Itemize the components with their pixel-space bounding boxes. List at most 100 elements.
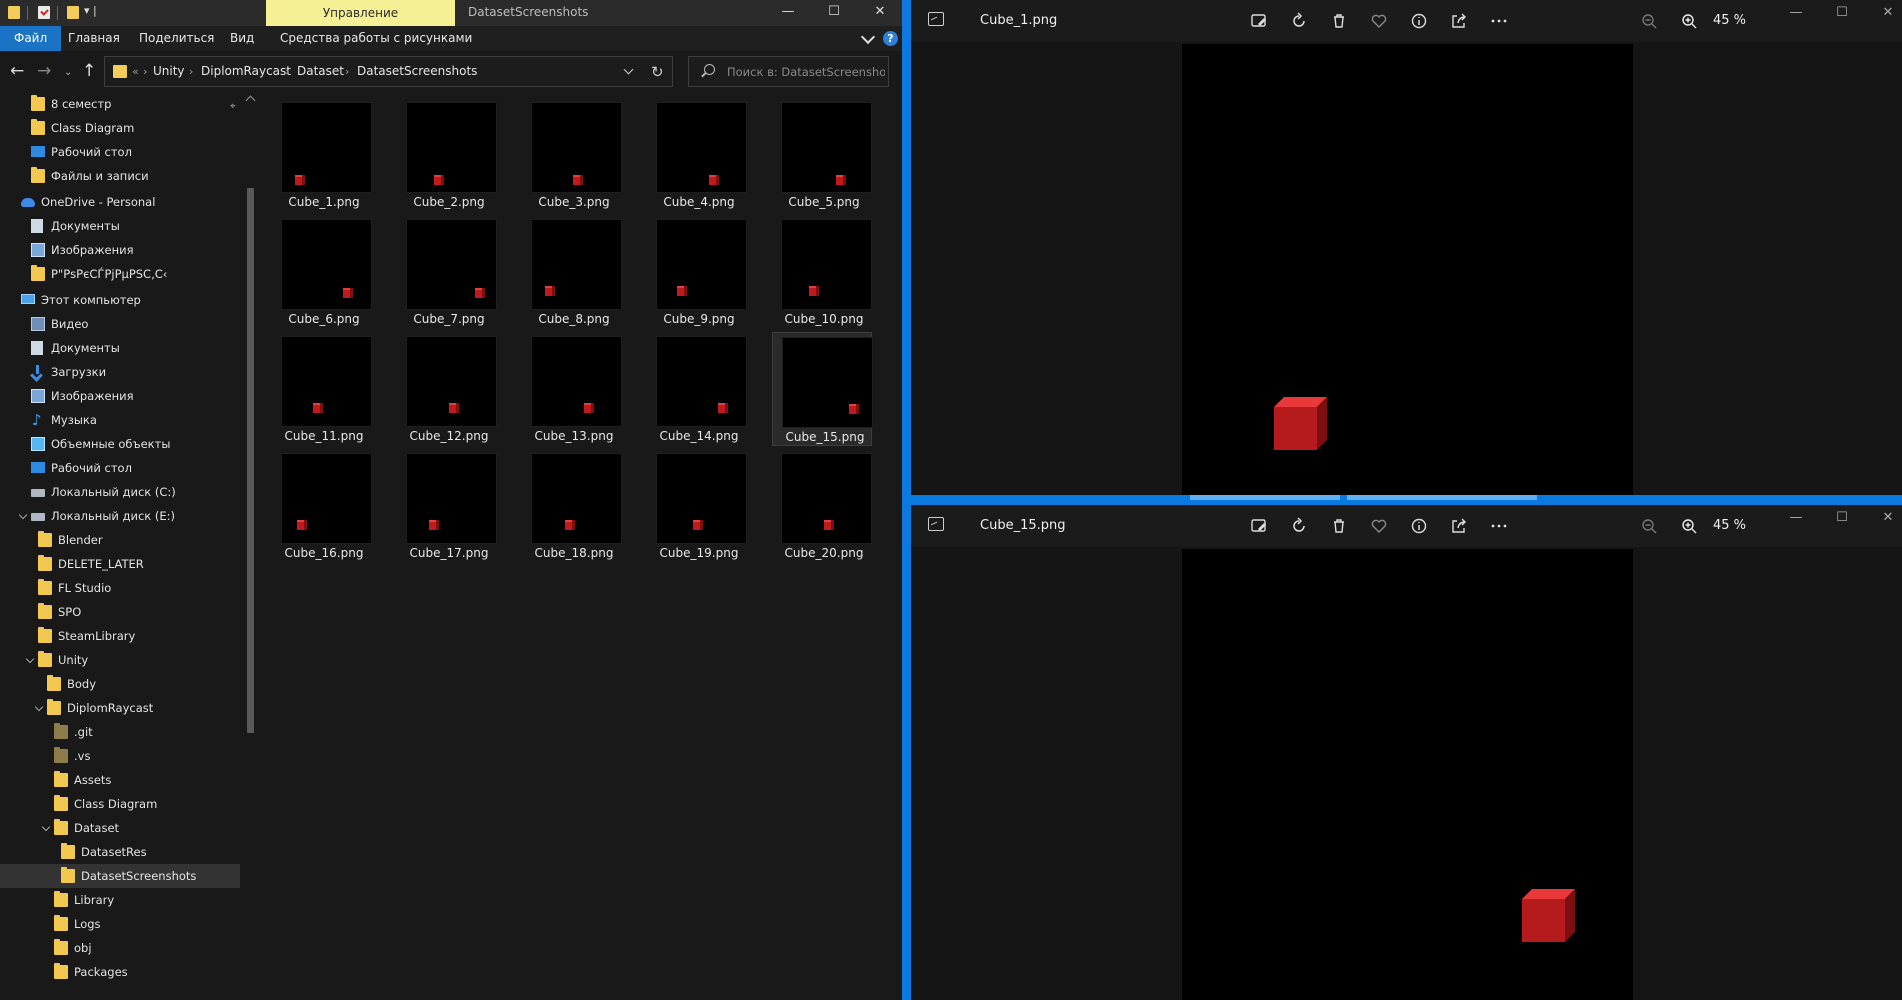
edit-image-icon[interactable] (1249, 11, 1269, 31)
file-tile[interactable]: Cube_20.png (772, 449, 872, 563)
more-icon[interactable] (1489, 516, 1509, 536)
back-button[interactable]: ← (10, 61, 24, 81)
tree-item[interactable]: Объемные объекты (0, 432, 240, 456)
file-tile[interactable]: Cube_8.png (522, 215, 622, 329)
info-icon[interactable] (1409, 11, 1429, 31)
close-button[interactable]: ✕ (1873, 505, 1902, 535)
zoom-level[interactable]: 45 % (1713, 505, 1746, 547)
favorite-icon[interactable] (1369, 11, 1389, 31)
breadcrumb-diplomraycast[interactable]: DiplomRaycast (201, 57, 291, 86)
minimize-button[interactable]: — (1781, 0, 1811, 30)
tree-item[interactable]: Изображения (0, 238, 240, 262)
window-divider[interactable] (911, 495, 1902, 505)
file-tile[interactable]: Cube_9.png (647, 215, 747, 329)
tree-item[interactable]: Assets (0, 768, 240, 792)
file-tile[interactable]: Cube_5.png (772, 98, 872, 212)
zoom-in-icon[interactable] (1679, 516, 1699, 536)
chevron-down-icon[interactable] (25, 654, 35, 664)
tree-item[interactable]: Документы (0, 336, 240, 360)
file-tile[interactable]: Cube_13.png (522, 332, 622, 446)
photo-canvas[interactable] (1182, 549, 1633, 1000)
maximize-button[interactable]: ☐ (811, 0, 857, 26)
file-tile[interactable]: Cube_11.png (272, 332, 372, 446)
tree-item[interactable]: Р"РѕРєСЃРјРµРЅС‚С‹ (0, 262, 240, 286)
file-tile[interactable]: Cube_12.png (397, 332, 497, 446)
file-tile[interactable]: Cube_15.png (772, 332, 873, 446)
file-tile[interactable]: Cube_1.png (272, 98, 372, 212)
breadcrumb-separator[interactable]: › (189, 57, 193, 86)
share-icon[interactable] (1449, 11, 1469, 31)
file-tile[interactable]: Cube_14.png (647, 332, 747, 446)
breadcrumb-datasetscreenshots[interactable]: DatasetScreenshots (357, 57, 477, 86)
close-button[interactable]: ✕ (857, 0, 902, 26)
tree-item[interactable]: Файлы и записи (0, 164, 240, 188)
minimize-button[interactable]: — (765, 0, 811, 26)
tree-item[interactable]: Видео (0, 312, 240, 336)
chevron-down-icon[interactable] (34, 702, 44, 712)
file-tile[interactable]: Cube_19.png (647, 449, 747, 563)
tree-item[interactable]: FL Studio (0, 576, 240, 600)
contextual-tab-manage[interactable]: Управление (266, 0, 455, 26)
tree-item[interactable]: SPO (0, 600, 240, 624)
zoom-out-icon[interactable] (1639, 516, 1659, 536)
tree-item[interactable]: Packages (0, 960, 240, 984)
new-folder-icon[interactable] (67, 6, 79, 19)
tree-item[interactable]: DiplomRaycast (0, 696, 240, 720)
address-bar[interactable]: « › Unity › DiplomRaycast › Dataset › Da… (104, 56, 673, 87)
share-icon[interactable] (1449, 516, 1469, 536)
search-input[interactable] (727, 61, 885, 82)
tree-item[interactable]: DELETE_LATER (0, 552, 240, 576)
tree-item[interactable]: OneDrive - Personal (0, 190, 240, 214)
breadcrumb-unity[interactable]: Unity (153, 57, 185, 86)
breadcrumb-separator[interactable]: › (143, 57, 147, 86)
zoom-in-icon[interactable] (1679, 11, 1699, 31)
zoom-out-icon[interactable] (1639, 11, 1659, 31)
tree-item[interactable]: Logs (0, 912, 240, 936)
window-divider[interactable] (902, 0, 911, 1000)
tree-item[interactable]: Рабочий стол (0, 456, 240, 480)
up-button[interactable]: ↑ (82, 61, 96, 81)
file-tile[interactable]: Cube_2.png (397, 98, 497, 212)
tree-item[interactable]: Музыка (0, 408, 240, 432)
delete-icon[interactable] (1329, 11, 1349, 31)
close-button[interactable]: ✕ (1873, 0, 1902, 30)
rotate-icon[interactable] (1289, 516, 1309, 536)
help-icon[interactable]: ? (883, 31, 898, 46)
more-icon[interactable] (1489, 11, 1509, 31)
tree-item[interactable]: Library (0, 888, 240, 912)
breadcrumb-dataset[interactable]: Dataset (297, 57, 344, 86)
tab-view[interactable]: Вид (222, 26, 262, 51)
rotate-icon[interactable] (1289, 11, 1309, 31)
properties-icon[interactable] (38, 6, 50, 19)
favorite-icon[interactable] (1369, 516, 1389, 536)
tree-item[interactable]: Class Diagram (0, 116, 240, 140)
tree-item[interactable]: .vs (0, 744, 240, 768)
file-tile[interactable]: Cube_10.png (772, 215, 872, 329)
tree-item[interactable]: Изображения (0, 384, 240, 408)
tree-item[interactable]: Документы (0, 214, 240, 238)
quick-access-dropdown[interactable]: ▾ | (84, 4, 97, 17)
recent-locations-button[interactable]: ⌄ (64, 63, 72, 83)
tree-item[interactable]: DatasetRes (0, 840, 240, 864)
tree-item[interactable]: Blender (0, 528, 240, 552)
tree-item[interactable]: Рабочий стол (0, 140, 240, 164)
tree-item[interactable]: Unity (0, 648, 240, 672)
breadcrumb-overflow[interactable]: « (132, 57, 139, 86)
breadcrumb-separator[interactable]: › (345, 57, 349, 86)
chevron-down-icon[interactable] (623, 64, 634, 75)
tree-item[interactable]: 8 семестр ⌖ (0, 92, 240, 116)
tab-picture-tools[interactable]: Средства работы с рисунками (272, 26, 480, 51)
file-tile[interactable]: Cube_18.png (522, 449, 622, 563)
tree-item[interactable]: DatasetScreenshots (0, 864, 240, 888)
chevron-down-icon[interactable] (860, 29, 876, 45)
maximize-button[interactable]: ☐ (1827, 505, 1857, 535)
file-tile[interactable]: Cube_7.png (397, 215, 497, 329)
folder-icon[interactable] (8, 6, 20, 19)
chevron-down-icon[interactable] (18, 510, 28, 520)
edit-image-icon[interactable] (1249, 516, 1269, 536)
tab-home[interactable]: Главная (60, 26, 128, 51)
scrollbar-thumb[interactable] (247, 188, 254, 733)
tree-item[interactable]: Этот компьютер (0, 288, 240, 312)
file-tile[interactable]: Cube_6.png (272, 215, 372, 329)
file-tile[interactable]: Cube_17.png (397, 449, 497, 563)
